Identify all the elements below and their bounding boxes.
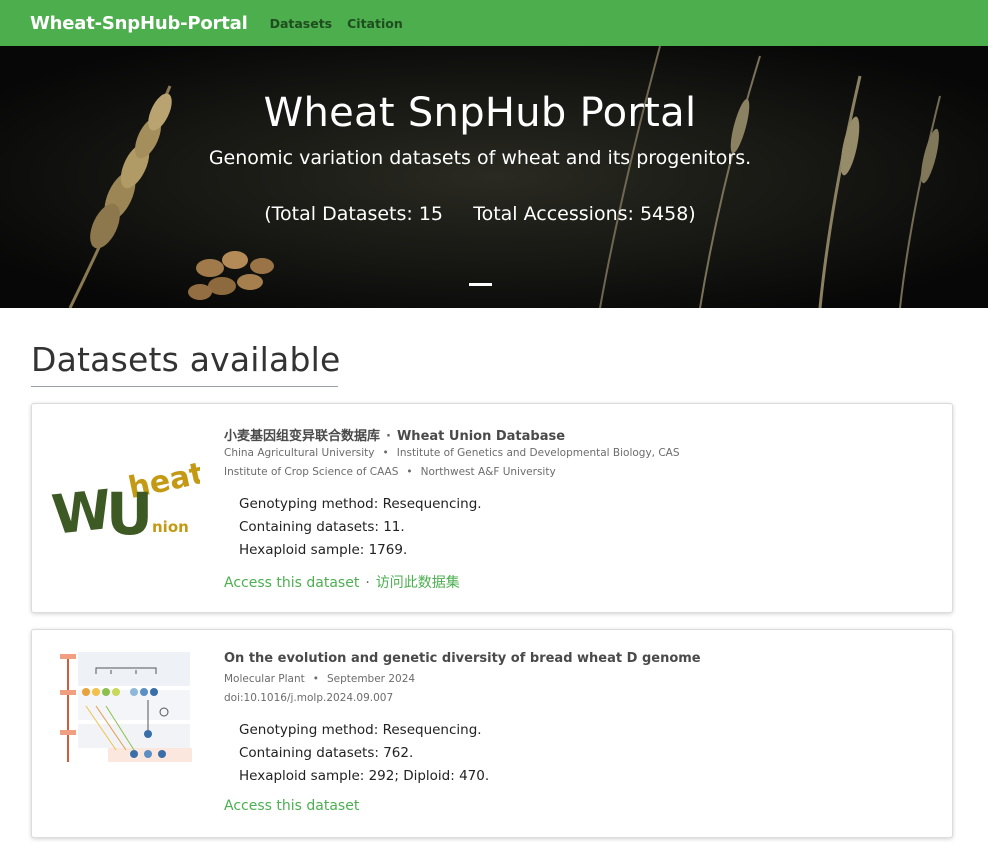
link-separator: ·	[365, 575, 370, 591]
hero-background-image	[0, 46, 988, 308]
carousel-indicator[interactable]	[469, 283, 492, 286]
dataset-details: Genotyping method: Resequencing. Contain…	[224, 719, 924, 788]
access-dataset-link-cn[interactable]: 访问此数据集	[376, 575, 460, 591]
dataset-title-cn: 小麦基因组变异联合数据库	[224, 429, 381, 444]
dataset-links: Access this dataset · 访问此数据集	[224, 572, 924, 592]
detail-samples: Hexaploid sample: 1769.	[239, 542, 408, 558]
logo-letters-nion: nion	[152, 518, 189, 536]
dataset-doi-line: doi:10.1016/j.molp.2024.09.007	[224, 689, 924, 708]
institution-igdb: Institute of Genetics and Developmental …	[396, 447, 680, 459]
dataset-card-wheat-union: W heat U nion 小麦基因组变异联合数据库 · Wheat Union D…	[31, 403, 953, 613]
nav-link-citation[interactable]: Citation	[347, 16, 403, 31]
detail-genotyping: Genotyping method: Resequencing.	[239, 722, 482, 738]
hero-stats: (Total Datasets: 15 Total Accessions: 54…	[264, 203, 696, 225]
detail-samples: Hexaploid sample: 292; Diploid: 470.	[239, 768, 490, 784]
access-dataset-link[interactable]: Access this dataset	[224, 798, 359, 814]
paper-figure-thumbnail	[56, 650, 195, 766]
dataset-journal-line: Molecular Plant • September 2024	[224, 673, 416, 685]
dataset-title: On the evolution and genetic diversity o…	[224, 651, 701, 666]
dataset-title: 小麦基因组变异联合数据库 · Wheat Union Database	[224, 425, 924, 444]
detail-datasets: Containing datasets: 762.	[239, 745, 414, 761]
detail-datasets: Containing datasets: 11.	[239, 519, 405, 535]
title-separator: ·	[386, 429, 391, 444]
institution-cau: China Agricultural University	[224, 447, 375, 459]
institution-nwafu: Northwest A&F University	[420, 466, 556, 478]
dataset-institutions-line1: China Agricultural University • Institute …	[224, 447, 680, 459]
doi: doi:10.1016/j.molp.2024.09.007	[224, 692, 394, 704]
institution-caas: Institute of Crop Science of CAAS	[224, 466, 399, 478]
dataset-card-d-genome: On the evolution and genetic diversity o…	[31, 629, 953, 838]
nav-link-datasets[interactable]: Datasets	[270, 16, 333, 31]
detail-genotyping: Genotyping method: Resequencing.	[239, 496, 482, 512]
navbar: Wheat-SnpHub-Portal Datasets Citation	[0, 0, 988, 46]
journal-name: Molecular Plant	[224, 673, 305, 685]
logo-letter-w: W	[50, 478, 115, 542]
hero-subtitle: Genomic variation datasets of wheat and …	[208, 147, 752, 169]
publication-date: September 2024	[326, 673, 416, 685]
hero-banner: Wheat SnpHub Portal Genomic variation da…	[0, 46, 988, 308]
hero-title: Wheat SnpHub Portal	[263, 90, 697, 136]
dataset-title-en: Wheat Union Database	[396, 429, 566, 444]
dataset-details: Genotyping method: Resequencing. Contain…	[224, 493, 924, 562]
wheat-union-logo: W heat U nion	[50, 456, 200, 542]
access-dataset-link[interactable]: Access this dataset	[224, 575, 359, 591]
dataset-institutions-line2: Institute of Crop Science of CAAS • Northw…	[224, 466, 556, 478]
section-divider	[31, 386, 338, 387]
logo-letter-u: U	[106, 480, 153, 542]
dataset-links: Access this dataset	[224, 798, 924, 814]
brand-link[interactable]: Wheat-SnpHub-Portal	[30, 13, 248, 34]
section-title: Datasets available	[31, 340, 341, 379]
